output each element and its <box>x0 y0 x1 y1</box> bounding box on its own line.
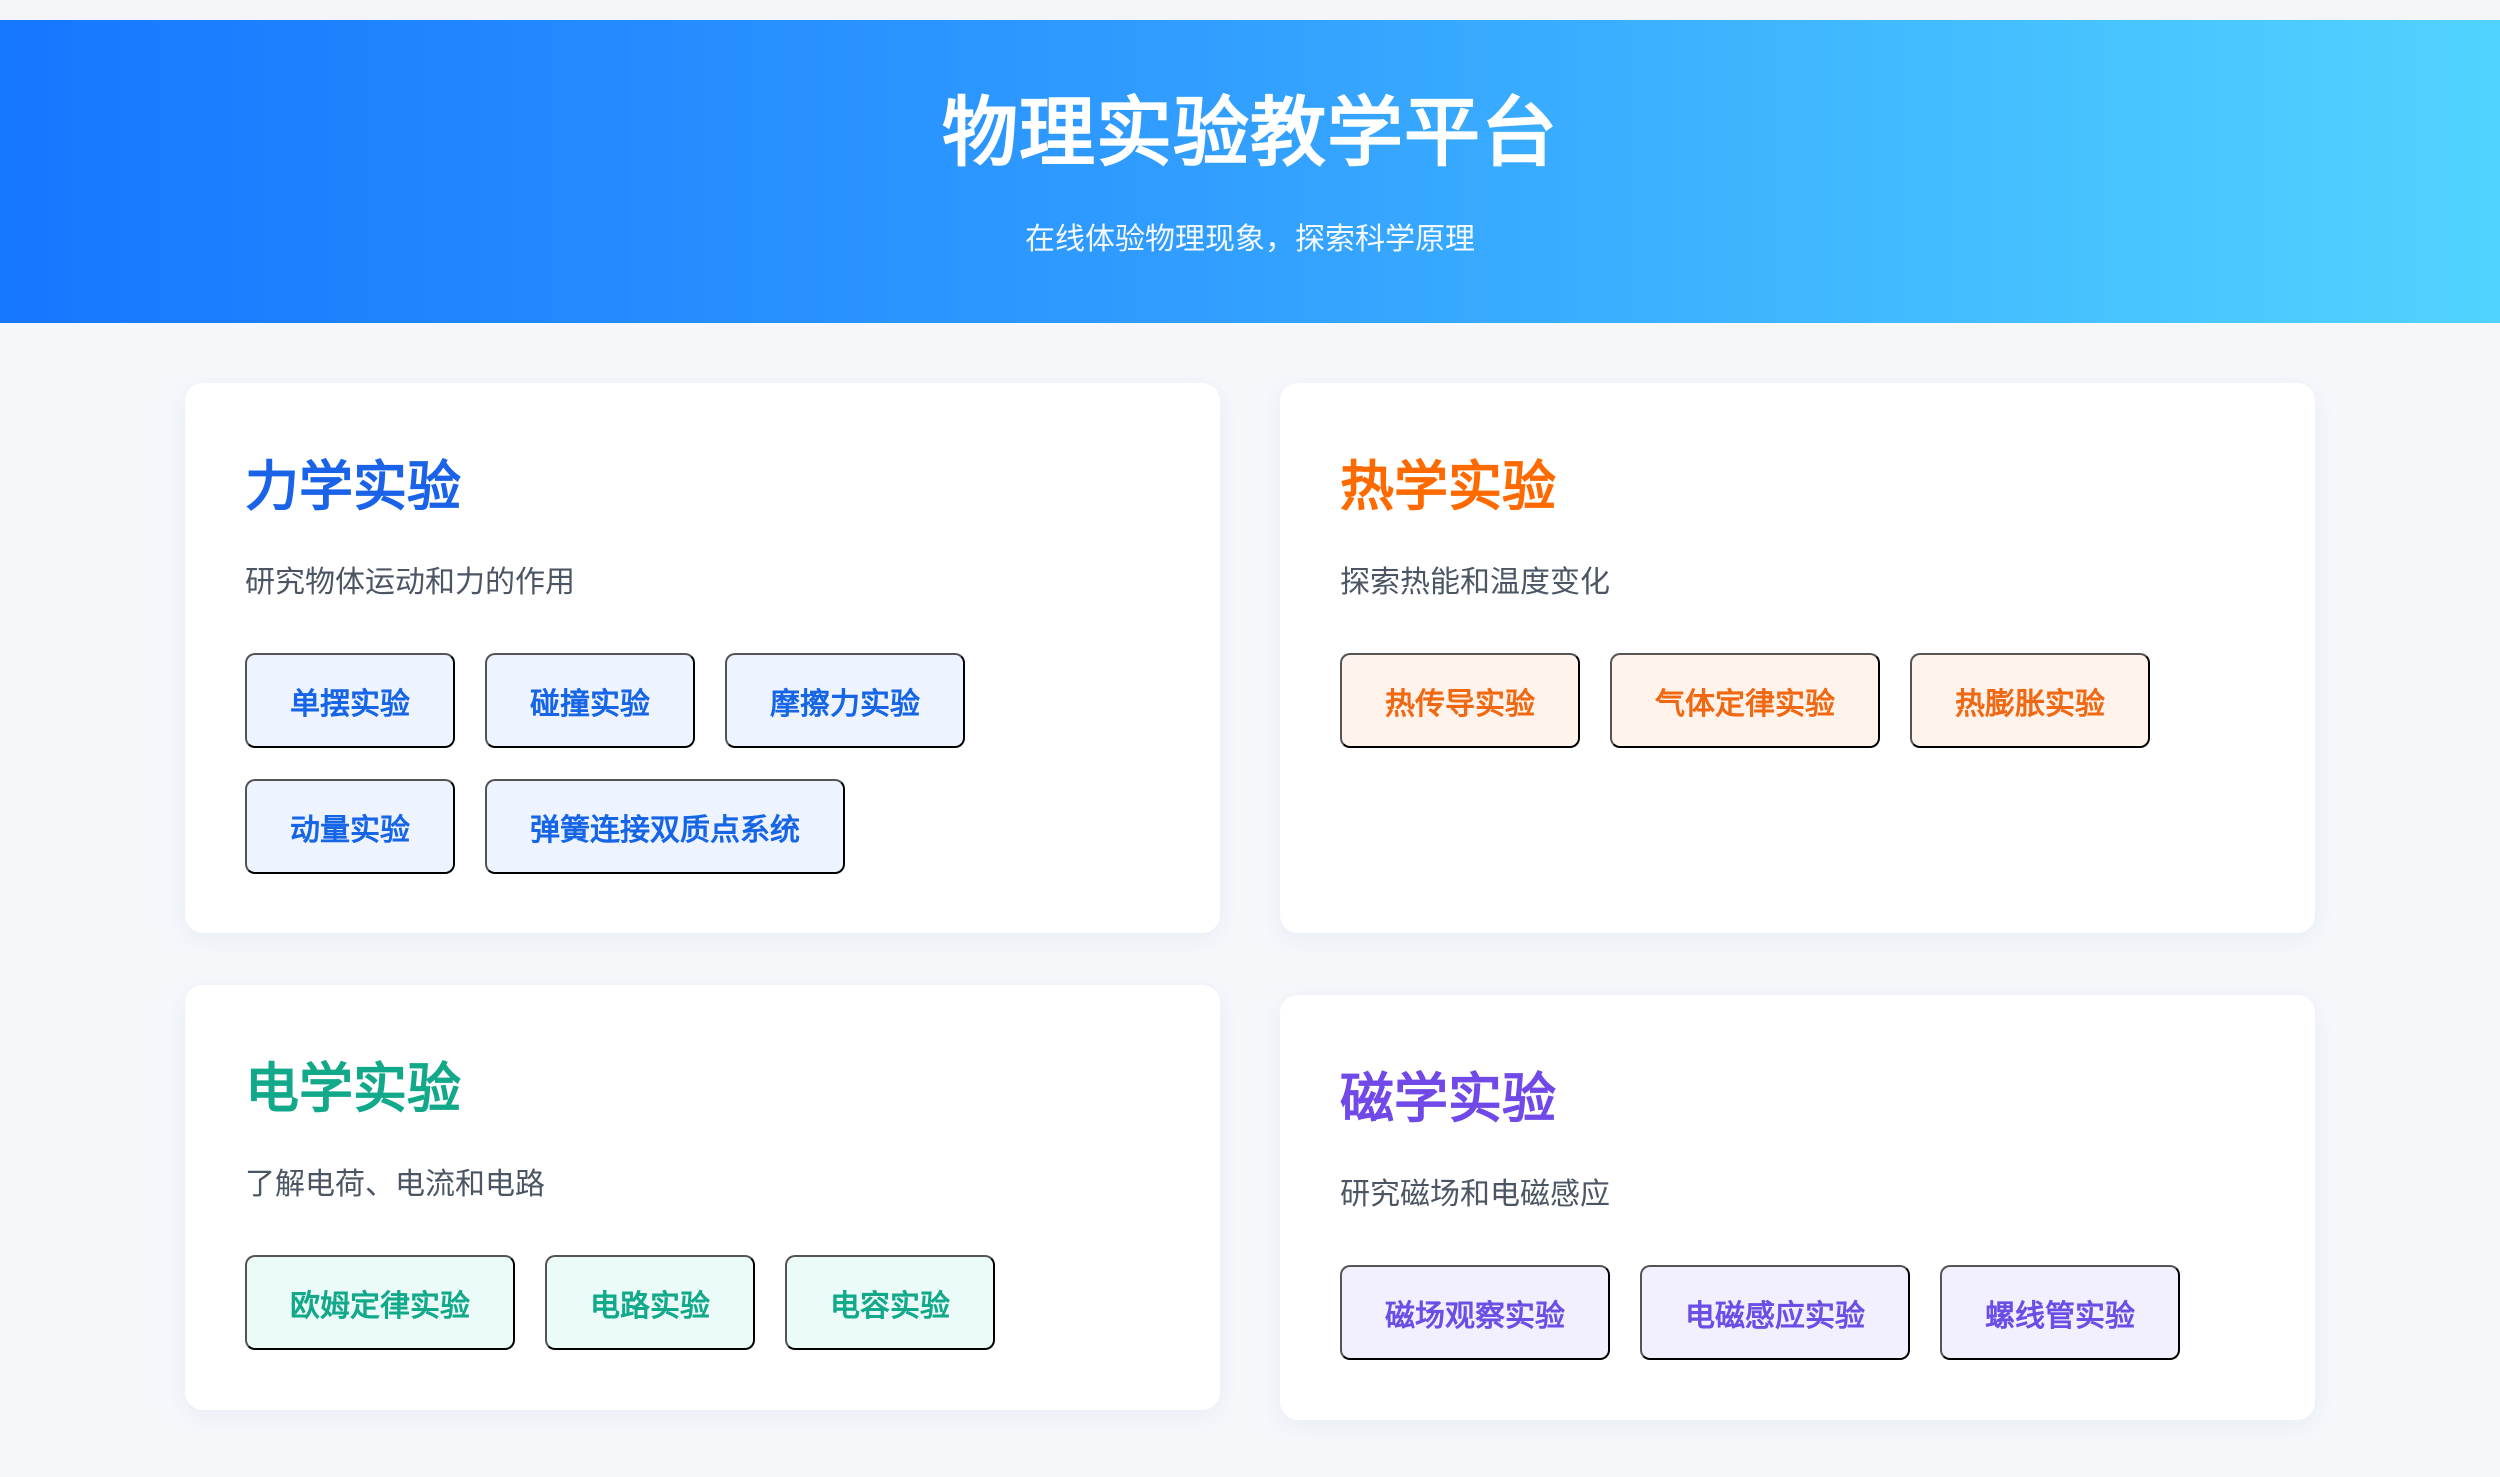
magnetism-title: 磁学实验 <box>1340 1067 1556 1130</box>
thermal-title: 热学实验 <box>1340 455 1556 518</box>
experiment-button-thermal-expansion[interactable]: 热膨胀实验 <box>1910 653 2150 748</box>
thermal-description: 探索热能和温度变化 <box>1340 565 1610 600</box>
experiment-button-gas-law[interactable]: 气体定律实验 <box>1610 653 1880 748</box>
magnetism-card: 磁学实验 研究磁场和电磁感应 磁场观察实验 电磁感应实验 螺线管实验 <box>1280 995 2315 1420</box>
mechanics-description: 研究物体运动和力的作用 <box>245 565 575 600</box>
experiment-button-spring-mass-system[interactable]: 弹簧连接双质点系统 <box>485 779 845 874</box>
page-subtitle: 在线体验物理现象，探索科学原理 <box>1025 222 1475 257</box>
experiment-button-ohms-law[interactable]: 欧姆定律实验 <box>245 1255 515 1350</box>
experiment-button-pendulum[interactable]: 单摆实验 <box>245 653 455 748</box>
magnetism-description: 研究磁场和电磁感应 <box>1340 1177 1610 1212</box>
electricity-card: 电学实验 了解电荷、电流和电路 欧姆定律实验 电路实验 电容实验 <box>185 985 1220 1410</box>
electricity-description: 了解电荷、电流和电路 <box>245 1167 545 1202</box>
experiment-button-magnetic-field[interactable]: 磁场观察实验 <box>1340 1265 1610 1360</box>
experiment-button-heat-conduction[interactable]: 热传导实验 <box>1340 653 1580 748</box>
experiment-button-circuit[interactable]: 电路实验 <box>545 1255 755 1350</box>
experiment-button-electromagnetic-induction[interactable]: 电磁感应实验 <box>1640 1265 1910 1360</box>
mechanics-title: 力学实验 <box>245 455 461 518</box>
experiment-button-momentum[interactable]: 动量实验 <box>245 779 455 874</box>
top-strip <box>0 0 2500 20</box>
electricity-title: 电学实验 <box>245 1057 461 1120</box>
experiment-button-friction[interactable]: 摩擦力实验 <box>725 653 965 748</box>
hero-banner: 物理实验教学平台 在线体验物理现象，探索科学原理 <box>0 20 2500 323</box>
experiment-button-capacitor[interactable]: 电容实验 <box>785 1255 995 1350</box>
experiment-button-solenoid[interactable]: 螺线管实验 <box>1940 1265 2180 1360</box>
thermal-card: 热学实验 探索热能和温度变化 热传导实验 气体定律实验 热膨胀实验 <box>1280 383 2315 933</box>
page-title: 物理实验教学平台 <box>942 88 1558 177</box>
experiment-button-collision[interactable]: 碰撞实验 <box>485 653 695 748</box>
mechanics-card: 力学实验 研究物体运动和力的作用 单摆实验 碰撞实验 摩擦力实验 动量实验 弹簧… <box>185 383 1220 933</box>
